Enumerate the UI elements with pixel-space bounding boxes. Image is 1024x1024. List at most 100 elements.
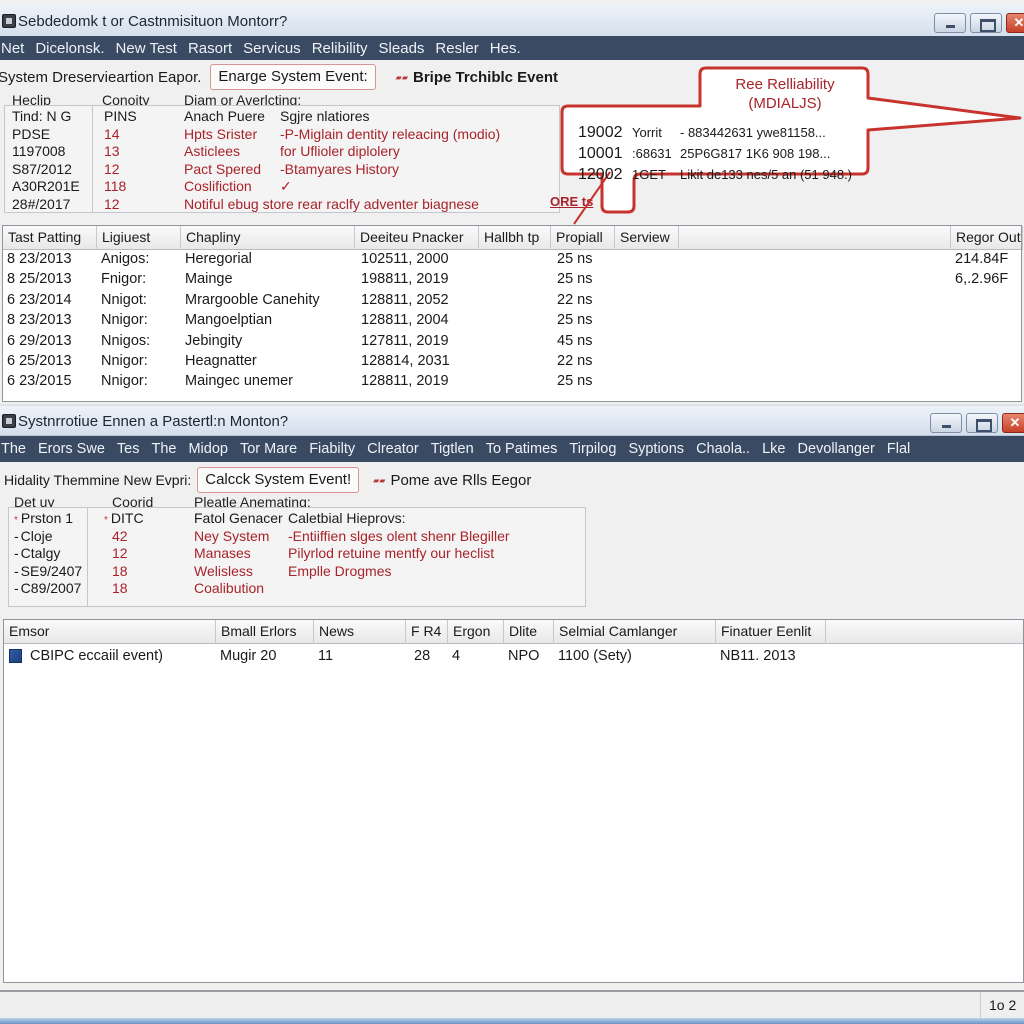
minimize-button[interactable] xyxy=(930,413,962,433)
column-header[interactable]: News xyxy=(314,620,406,644)
table-cell: 28 xyxy=(414,648,431,664)
menu-item[interactable]: Clreator xyxy=(366,441,419,457)
menu-item[interactable]: Servicus xyxy=(242,40,301,57)
close-button[interactable]: ✕ xyxy=(1006,13,1024,33)
event-link[interactable]: Pome ave Rlls Eegor xyxy=(390,472,531,489)
menu-item[interactable]: Hes. xyxy=(489,40,521,57)
menu-item[interactable]: Sleads xyxy=(378,40,425,57)
table-row[interactable]: 6 25/2013 Nnigor: Heagnatter 128814, 2031 22… xyxy=(3,352,1021,372)
summary-cell: 12 xyxy=(104,545,128,561)
maximize-button[interactable] xyxy=(966,413,998,433)
menu-item[interactable]: Fiabilty xyxy=(308,441,355,457)
summary-cell: Manases xyxy=(194,545,251,561)
event-link[interactable]: Bripe Trchiblc Event xyxy=(413,69,558,86)
menu-item[interactable]: Syptions xyxy=(627,441,684,457)
table-row[interactable]: 6 29/2013 Nnigos: Jebingity 127811, 2019 45 … xyxy=(3,332,1021,352)
menu-item[interactable]: Resler xyxy=(434,40,478,57)
table-cell: Mainge xyxy=(185,271,233,288)
table-cell: Heregorial xyxy=(185,251,252,267)
column-header[interactable]: Selmial Camlanger xyxy=(554,620,716,644)
summary-cell-text: 12 xyxy=(112,545,128,561)
summary-cell: Pilyrlod retuine mentfy our heclist xyxy=(288,545,495,561)
table-cell: 102511, 2000 xyxy=(361,251,449,267)
event-button[interactable]: Calcck System Event! xyxy=(197,467,360,493)
column-header[interactable]: Deeiteu Pnacker xyxy=(355,226,479,250)
table-cell: Maingec unemer xyxy=(185,373,293,390)
menu-item[interactable]: Rasort xyxy=(187,40,232,57)
table-row[interactable]: 8 23/2013 Anigos: Heregorial 102511, 2000 25… xyxy=(3,250,1021,270)
event-button[interactable]: Enarge System Event: xyxy=(210,64,376,90)
table-row[interactable]: 6 23/2015 Nnigor: Maingec unemer 128811, 20… xyxy=(3,372,1021,392)
column-header[interactable]: Dlite xyxy=(504,620,554,644)
table-cell: 6 23/2015 xyxy=(7,373,72,390)
table-cell: CBIPC eccaiil event) xyxy=(30,648,163,664)
app-icon xyxy=(2,14,16,28)
maximize-button[interactable] xyxy=(970,13,1002,33)
title-bar[interactable]: Sebdedomk t or Castnmisituon Montorr? ✕ xyxy=(0,4,1024,38)
summary-cell: - Ctalgy xyxy=(14,545,60,561)
table-cell: 1100 (Sety) xyxy=(558,648,632,664)
table-row[interactable]: CBIPC eccaiil event) Mugir 20 11 28 4 NPO 1100… xyxy=(4,646,1022,668)
title-bar[interactable]: Systnrrotiue Ennen a Pastertl:n Monton? … xyxy=(0,406,1024,436)
menu-item[interactable]: The xyxy=(150,441,176,457)
menu-item[interactable]: New Test xyxy=(115,40,177,57)
app-icon xyxy=(2,414,16,428)
menu-item[interactable]: Lke xyxy=(761,441,785,457)
menu-item[interactable]: The xyxy=(0,441,26,457)
menu-item[interactable]: Erors Swe xyxy=(37,441,105,457)
table-row[interactable]: 6 23/2014 Nnigot: Mrargooble Canehity 12881… xyxy=(3,291,1021,311)
summary-cell: ✓ xyxy=(280,178,292,194)
table-cell: NPO xyxy=(508,648,540,664)
column-header[interactable]: Tast Patting xyxy=(3,226,97,250)
minimize-button[interactable] xyxy=(934,13,966,33)
summary-cell: PINS xyxy=(104,108,137,124)
column-header[interactable]: F R4 xyxy=(406,620,448,644)
status-bar: 1o 2 xyxy=(0,990,1024,1018)
menu-item[interactable]: Tor Mare xyxy=(239,441,297,457)
menu-item[interactable]: Tigtlen xyxy=(430,441,474,457)
table-cell: Heagnatter xyxy=(185,353,257,369)
menu-bar: Net Dicelonsk. New Test Rasort Servicus … xyxy=(0,36,1024,60)
table-row[interactable]: 8 23/2013 Nnigor: Mangoelptian 128811, 2004… xyxy=(3,311,1021,331)
menu-item[interactable]: Chaola.. xyxy=(695,441,750,457)
summary-cell: - Cloje xyxy=(14,528,53,544)
table-row[interactable]: 8 25/2013 Fnigor: Mainge 198811, 2019 25 ns 6… xyxy=(3,270,1021,290)
toolbar-label: System Dreservieartion Eapor. xyxy=(0,68,202,86)
column-header[interactable]: Chapliny xyxy=(181,226,355,250)
summary-cell: Tind: N G xyxy=(12,108,72,124)
table-cell: 128811, 2004 xyxy=(361,312,449,329)
column-header[interactable]: Bmall Erlors xyxy=(216,620,314,644)
menu-item[interactable]: Midop xyxy=(187,441,228,457)
callout-subtitle: (MDIALJS) xyxy=(748,95,822,112)
summary-cell: -Btamyares History xyxy=(280,160,400,177)
toolbar-label: Hidality Themmine New Evpri: xyxy=(4,472,192,488)
menu-item[interactable]: Net xyxy=(0,40,24,57)
summary-cell: -Entiiffien slges olent shenr Blegiller xyxy=(288,527,510,544)
table-cell: 22 ns xyxy=(557,291,593,308)
summary-cell: 13 xyxy=(104,143,120,159)
menu-item[interactable]: Dicelonsk. xyxy=(34,40,104,57)
close-button[interactable]: ✕ xyxy=(1002,413,1024,433)
table-cell: Nnigos: xyxy=(101,332,151,349)
table-cell: 6 25/2013 xyxy=(7,353,72,369)
table-cell: Mrargooble Canehity xyxy=(185,291,320,308)
column-header[interactable]: Finatuer Eenlit xyxy=(716,620,826,644)
menu-item[interactable]: Tes xyxy=(116,441,140,457)
summary-cell: Welisless xyxy=(194,562,253,579)
column-header[interactable]: Emsor xyxy=(4,620,216,644)
menu-item[interactable]: Tirpilog xyxy=(568,441,616,457)
column-header[interactable]: Ergon xyxy=(448,620,504,644)
menu-item[interactable]: Devollanger xyxy=(796,441,874,457)
menu-item[interactable]: Flal xyxy=(886,441,910,457)
table-cell: Fnigor: xyxy=(101,271,147,288)
summary-cell: PDSE xyxy=(12,125,51,142)
summary-cell-text: 42 xyxy=(112,527,128,544)
summary-cell: 1197008 xyxy=(12,143,66,159)
table-cell: Mangoelptian xyxy=(185,312,273,329)
menu-item[interactable]: Relibility xyxy=(311,40,368,57)
errors-table: Emsor Bmall Erlors News F R4 Ergon Dlite Selmi… xyxy=(3,619,1024,983)
summary-cell: Fatol Genacer xyxy=(194,510,283,526)
callout-line-a: Yorrit xyxy=(632,125,662,140)
menu-item[interactable]: To Patimes xyxy=(485,441,558,457)
column-header[interactable]: Ligiuest xyxy=(97,226,181,250)
